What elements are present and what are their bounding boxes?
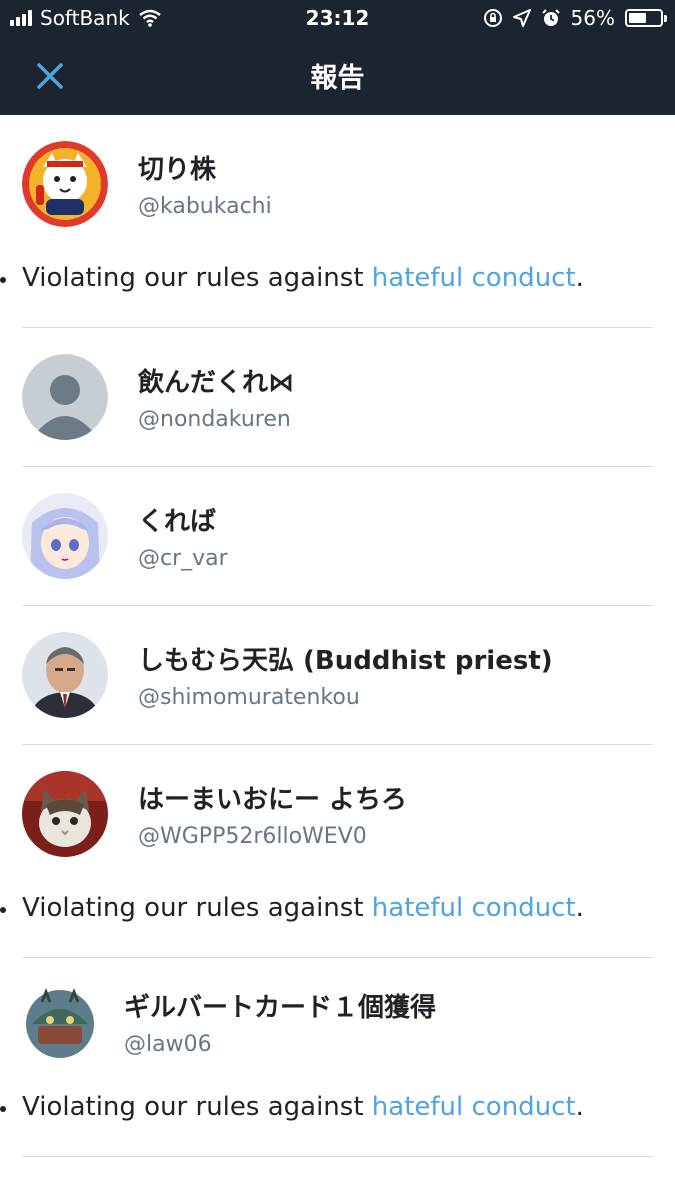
top-bar: SoftBank 23:12 56% 報告	[0, 0, 675, 115]
reason-period: .	[575, 893, 584, 923]
handle: @cr_var	[138, 546, 228, 571]
divider	[22, 1156, 653, 1157]
battery-percent: 56%	[570, 6, 615, 30]
bullet	[0, 907, 6, 913]
hateful-conduct-link[interactable]: hateful conduct	[372, 893, 576, 923]
reason-text: Violating our rules against	[22, 263, 372, 293]
reason-text: Violating our rules against	[22, 1092, 372, 1122]
reason-period: .	[575, 1092, 584, 1122]
avatar	[22, 984, 98, 1060]
nav-bar: 報告	[0, 36, 675, 115]
handle: @nondakuren	[138, 407, 291, 432]
display-name: くれば	[138, 507, 217, 537]
handle: @law06	[124, 1032, 212, 1057]
report-reason: Violating our rules against hateful cond…	[0, 1082, 653, 1156]
avatar	[22, 493, 108, 579]
avatar	[22, 771, 108, 857]
account-row[interactable]: はーまいおにー よちろ @WGPP52r6lloWEV0	[22, 745, 653, 883]
display-name: 飲んだくれ⋈	[138, 368, 295, 398]
hateful-conduct-link[interactable]: hateful conduct	[372, 263, 576, 293]
report-reason: Violating our rules against hateful cond…	[0, 883, 653, 957]
battery-icon	[625, 9, 667, 27]
location-icon	[512, 9, 531, 27]
display-name: しもむら天弘 (Buddhist priest)	[138, 646, 553, 676]
handle: @kabukachi	[138, 194, 272, 219]
account-row[interactable]: ギルバートカード１個獲得 @law06	[22, 958, 653, 1082]
account-row[interactable]: くれば @cr_var	[22, 467, 653, 605]
account-row[interactable]: 飲んだくれ⋈ @nondakuren	[22, 328, 653, 466]
page-title: 報告	[310, 63, 365, 94]
reason-period: .	[575, 263, 584, 293]
reason-text: Violating our rules against	[22, 893, 372, 923]
avatar	[22, 632, 108, 718]
display-name: ギルバートカード１個獲得	[124, 993, 437, 1023]
display-name: 切り株	[138, 155, 217, 185]
report-reason: Violating our rules against hateful cond…	[0, 253, 653, 327]
bullet	[0, 277, 6, 283]
status-bar: SoftBank 23:12 56%	[0, 0, 675, 36]
alarm-icon	[541, 9, 560, 26]
bullet	[0, 1106, 6, 1112]
hateful-conduct-link[interactable]: hateful conduct	[372, 1092, 576, 1122]
avatar	[22, 141, 108, 227]
account-row[interactable]: 切り株 @kabukachi	[22, 115, 653, 253]
display-name: はーまいおにー よちろ	[138, 785, 408, 815]
reported-accounts-list: 切り株 @kabukachi Violating our rules again…	[0, 115, 675, 1157]
account-row[interactable]: しもむら天弘 (Buddhist priest) @shimomuratenko…	[22, 606, 653, 744]
handle: @shimomuratenkou	[138, 685, 360, 710]
default-avatar-icon	[22, 354, 108, 440]
orientation-lock-icon	[483, 9, 502, 27]
handle: @WGPP52r6lloWEV0	[138, 824, 367, 849]
